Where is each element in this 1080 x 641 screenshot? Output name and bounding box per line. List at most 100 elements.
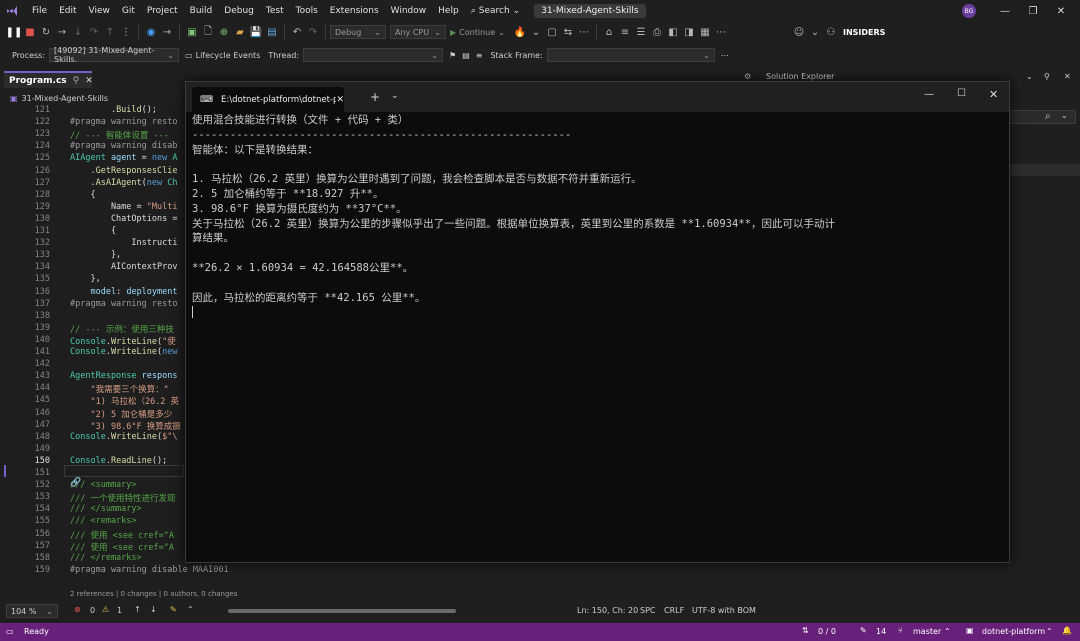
live-share-icon[interactable]: ⚇ xyxy=(823,24,839,40)
thread-dropdown[interactable]: ⌄ xyxy=(303,48,444,62)
chevron-down-icon[interactable]: ⌄ xyxy=(807,24,823,40)
close-window-button[interactable]: ✕ xyxy=(1051,3,1071,19)
nav-project-dropdown[interactable]: 31-Mixed-Agent-Skills xyxy=(22,94,109,103)
tab-program-cs[interactable]: Program.cs ⚲ ✕ xyxy=(4,71,93,88)
solution-search-box[interactable]: ⌕ ⌄ xyxy=(1006,110,1076,124)
continue-button[interactable]: ▶ Continue ⌄ xyxy=(450,28,512,37)
pencil-icon[interactable]: ✎ xyxy=(860,626,867,635)
save-all-icon[interactable]: ▤ xyxy=(264,24,280,40)
code-line[interactable]: /// </remarks> xyxy=(70,553,142,563)
encoding-indicator[interactable]: UTF-8 with BOM xyxy=(692,606,756,615)
code-line[interactable]: { xyxy=(70,226,116,236)
repo-name[interactable]: dotnet-platform xyxy=(982,627,1045,636)
code-line[interactable]: Console.WriteLine(new xyxy=(70,347,178,357)
new-project-icon[interactable]: ▣ xyxy=(184,24,200,40)
code-line[interactable]: AgentResponse respons xyxy=(70,371,177,381)
step-over-icon[interactable]: ↷ xyxy=(86,24,102,40)
restore-button[interactable]: ❐ xyxy=(1023,3,1043,19)
menu-help[interactable]: Help xyxy=(432,6,465,16)
menu-debug[interactable]: Debug xyxy=(218,6,260,16)
new-tab-icon[interactable]: + xyxy=(370,90,380,104)
comment-icon[interactable]: ☰ xyxy=(633,24,649,40)
code-line[interactable]: Console.WriteLine("使 xyxy=(70,335,176,347)
code-line[interactable]: .GetResponsesClie xyxy=(70,166,177,176)
format-icon[interactable]: ≡ xyxy=(617,24,633,40)
pause-icon[interactable]: ❚❚ xyxy=(6,24,23,40)
code-line[interactable]: /// 一个使用特性进行发现 xyxy=(70,492,175,504)
gear-icon[interactable]: ⚙ xyxy=(744,72,751,81)
bookmark-next-icon[interactable]: ◨ xyxy=(681,24,697,40)
code-line[interactable]: #pragma warning resto xyxy=(70,117,177,127)
menu-search[interactable]: ⌕ Search ⌄ xyxy=(465,6,527,16)
close-icon[interactable]: ✕ xyxy=(336,95,344,105)
minimize-button[interactable]: — xyxy=(995,3,1015,19)
add-item-icon[interactable]: ⊕ xyxy=(216,24,232,40)
brush-icon[interactable]: ✎ xyxy=(170,605,177,614)
step-out-icon[interactable]: ↑ xyxy=(102,24,118,40)
line-ending-indicator[interactable]: CRLF xyxy=(664,606,684,615)
menu-window[interactable]: Window xyxy=(385,6,433,16)
menu-extensions[interactable]: Extensions xyxy=(324,6,385,16)
menu-test[interactable]: Test xyxy=(260,6,290,16)
save-icon[interactable]: 💾 xyxy=(248,24,264,40)
lifecycle-events-button[interactable]: Lifecycle Events xyxy=(196,51,261,60)
show-next-statement-icon[interactable]: → xyxy=(54,24,70,40)
code-line[interactable]: ChatOptions = xyxy=(70,214,178,224)
toolbar-overflow-icon[interactable]: ⋯ xyxy=(576,24,592,40)
process-dropdown[interactable]: [49092] 31-Mixed-Agent-Skills. ⌄ xyxy=(49,46,180,64)
code-line[interactable]: /// </summary> xyxy=(70,504,142,514)
stop-icon[interactable]: ■ xyxy=(22,24,38,40)
more-icon[interactable]: ⋮ xyxy=(118,24,134,40)
code-line[interactable]: "2) 5 加仑桶是多少 xyxy=(70,408,172,420)
arrow-down-icon[interactable]: ↓ xyxy=(150,605,157,614)
code-line[interactable]: Console.WriteLine($"\ xyxy=(70,432,178,442)
menu-git[interactable]: Git xyxy=(116,6,141,16)
zoom-dropdown[interactable]: 104 % ⌄ xyxy=(6,604,58,618)
bookmark-icon[interactable]: ⌂ xyxy=(601,24,617,40)
edit-count[interactable]: 14 xyxy=(876,627,886,636)
maximize-button[interactable]: ☐ xyxy=(957,88,966,99)
code-line[interactable]: }, xyxy=(70,250,121,260)
solution-selected-item[interactable] xyxy=(1010,164,1080,176)
new-file-icon[interactable]: 🗋 xyxy=(200,24,216,40)
browse-icon[interactable]: ▢ xyxy=(544,24,560,40)
copilot-icon[interactable]: ☺ xyxy=(791,24,807,40)
avatar[interactable]: BG xyxy=(962,4,976,18)
code-line[interactable]: .AsAIAgent(new Ch xyxy=(70,178,177,188)
open-file-icon[interactable]: ▰ xyxy=(232,24,248,40)
pin-icon[interactable]: ⚲ xyxy=(1044,72,1050,81)
code-line[interactable]: #pragma warning disab xyxy=(70,141,177,151)
menu-project[interactable]: Project xyxy=(141,6,184,16)
restart-icon[interactable]: ↻ xyxy=(38,24,54,40)
terminal-window[interactable]: ⌨ E:\dotnet-platform\dotnet-pl ✕ + ⌄ — ☐… xyxy=(185,81,1010,563)
menu-build[interactable]: Build xyxy=(184,6,219,16)
code-line[interactable]: Instructi xyxy=(70,238,177,248)
sync-count[interactable]: 0 / 0 xyxy=(818,627,836,636)
platform-dropdown[interactable]: Any CPU ⌄ xyxy=(390,25,446,39)
code-line[interactable]: AIContextProv xyxy=(70,262,178,272)
terminal-tab[interactable]: ⌨ E:\dotnet-platform\dotnet-pl ✕ xyxy=(192,87,344,112)
thread-filter-icon[interactable]: ▤ xyxy=(462,51,470,60)
close-icon[interactable]: ✕ xyxy=(85,76,93,86)
code-line[interactable]: #pragma warning disable MAAI001 xyxy=(70,565,229,575)
chevron-up-icon[interactable]: ⌃ xyxy=(1046,627,1053,636)
menu-edit[interactable]: Edit xyxy=(53,6,82,16)
code-line[interactable]: AIAgent agent = new A xyxy=(70,153,178,163)
code-line[interactable]: /// 使用 <see cref="A xyxy=(70,529,174,541)
stack-icon[interactable]: ≡ xyxy=(476,51,483,60)
configuration-dropdown[interactable]: Debug ⌄ xyxy=(330,25,386,39)
branch-name[interactable]: master xyxy=(913,627,941,636)
bookmark-prev-icon[interactable]: ◧ xyxy=(665,24,681,40)
code-line[interactable]: /// 使用 <see cref="A xyxy=(70,541,174,553)
chevron-down-icon[interactable]: ⌄ xyxy=(391,91,399,101)
close-window-button[interactable]: ✕ xyxy=(989,88,998,101)
copilot-hint-icon[interactable]: 🔗 xyxy=(70,478,81,488)
error-icon[interactable]: ⊗ xyxy=(74,605,81,614)
code-line[interactable]: /// <remarks> xyxy=(70,516,137,526)
arrow-up-icon[interactable]: ↑ xyxy=(134,605,141,614)
stack-frame-dropdown[interactable]: ⌄ xyxy=(546,48,715,62)
code-line[interactable]: // --- 智能体设置 --- xyxy=(70,129,169,141)
code-line[interactable]: .Build(); xyxy=(70,105,157,115)
chevron-down-icon[interactable]: ⌄ xyxy=(528,24,544,40)
sync-icon[interactable]: ⇆ xyxy=(560,24,576,40)
